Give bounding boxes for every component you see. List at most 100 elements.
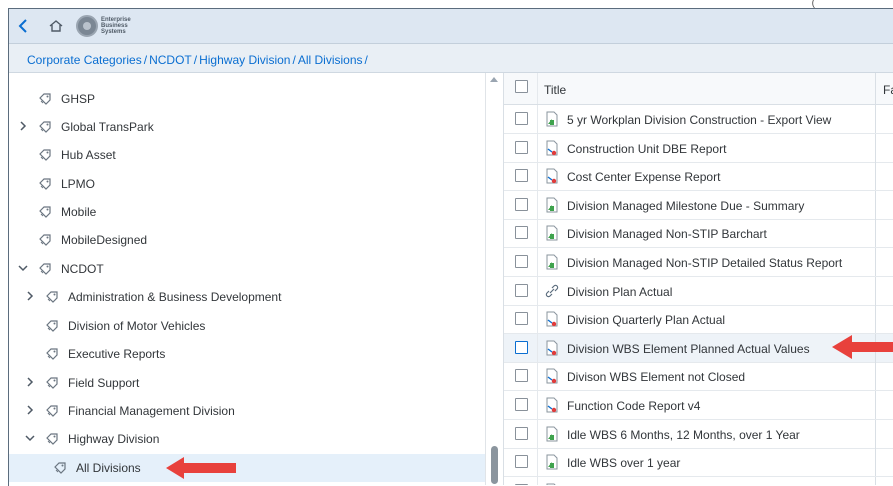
row-checkbox[interactable] [515,398,528,411]
column-divider [537,105,538,133]
report-title[interactable]: Function Code Report v4 [567,399,700,413]
tree-item[interactable]: Highway Division [9,425,485,453]
chevron-right-icon[interactable] [24,405,36,418]
category-tag-icon [37,176,53,192]
row-checkbox[interactable] [515,112,528,125]
row-checkbox[interactable] [515,141,528,154]
row-checkbox[interactable] [515,312,528,325]
list-row[interactable]: Cost Center Expense Report [504,162,893,191]
tree-item[interactable]: Hub Asset [9,141,485,169]
row-checkbox[interactable] [515,169,528,182]
chevron-down-icon[interactable] [24,433,36,445]
list-row[interactable]: Divison WBS Element not Closed [504,362,893,391]
tree-item[interactable]: NCDOT [9,255,485,283]
list-row[interactable]: Division Managed Non-STIP Detailed Statu… [504,248,893,277]
report-title[interactable]: Division Managed Non-STIP Detailed Statu… [567,256,842,270]
breadcrumb-link[interactable]: Highway Division [199,53,290,67]
chevron-down-icon[interactable] [17,263,29,275]
tree-item[interactable]: GHSP [9,85,485,113]
column-divider [537,391,538,419]
column-fa-cell [875,420,893,448]
column-divider [537,134,538,162]
list-row[interactable]: Division WBS Element Planned Actual Valu… [504,334,893,363]
tree-item[interactable]: All Divisions [9,454,485,482]
list-row[interactable]: Division Managed Non-STIP Barchart [504,219,893,248]
scroll-up-icon[interactable] [490,77,498,82]
list-row[interactable]: Division Plan Actual [504,277,893,306]
report-title[interactable]: Divison WBS Element not Closed [567,370,745,384]
back-button[interactable] [13,15,35,37]
row-checkbox[interactable] [515,226,528,239]
report-title[interactable]: Division Managed Milestone Due - Summary [567,199,804,213]
chevron-right-icon[interactable] [24,291,36,304]
tree-item[interactable]: Field Support [9,369,485,397]
home-button[interactable] [45,15,67,37]
tree-item[interactable]: MobileDesigned [9,226,485,254]
tree-item[interactable]: Executive Reports [9,340,485,368]
tree-item-label: Highway Division [68,432,159,446]
tree-item[interactable]: LPMO [9,170,485,198]
tree-item-label: NCDOT [61,262,104,276]
breadcrumb-trail: Corporate Categories/NCDOT/Highway Divis… [27,53,370,67]
report-list: Title Fa 5 yr Workplan Division Construc… [503,73,893,485]
report-title[interactable]: Idle WBS over 1 year [567,456,680,470]
column-fa-cell [875,162,893,190]
list-row[interactable]: Construction Unit DBE Report [504,134,893,163]
row-checkbox[interactable] [515,369,528,382]
tree-item[interactable]: Division of Motor Vehicles [9,312,485,340]
report-title[interactable]: Division Managed Non-STIP Barchart [567,227,767,241]
column-divider [537,334,538,362]
column-divider [537,477,538,485]
column-divider [537,248,538,276]
report-title[interactable]: Division Plan Actual [567,285,672,299]
list-row[interactable]: 5 yr Workplan Division Construction - Ex… [504,105,893,134]
tree-item[interactable]: Administration & Business Development [9,283,485,311]
row-checkbox[interactable] [515,341,528,354]
report-title[interactable]: Construction Unit DBE Report [567,142,726,156]
report-title[interactable]: Division WBS Element Planned Actual Valu… [567,342,810,356]
company-logo[interactable]: EnterpriseBusinessSystems [76,13,140,39]
tree-item-label: Mobile [61,205,96,219]
column-fa[interactable]: Fa [875,73,893,104]
list-header: Title Fa [504,73,893,105]
report-title[interactable]: Idle WBS 6 Months, 12 Months, over 1 Yea… [567,428,800,442]
report-title[interactable]: Cost Center Expense Report [567,170,720,184]
tree-item-label: Global TransPark [61,120,154,134]
category-tag-icon [44,289,60,305]
list-row[interactable]: Idle WBS over 1 year [504,448,893,477]
list-row[interactable]: Idle WBS within 6 day range at 6 and 12 … [504,477,893,485]
list-row[interactable]: Function Code Report v4 [504,391,893,420]
row-checkbox[interactable] [515,427,528,440]
breadcrumb-link[interactable]: Corporate Categories [27,53,142,67]
row-checkbox[interactable] [515,198,528,211]
list-row[interactable]: Division Quarterly Plan Actual [504,305,893,334]
row-checkbox[interactable] [515,455,528,468]
column-fa-cell [875,391,893,419]
scrollbar-thumb[interactable] [491,446,498,484]
chevron-right-icon[interactable] [24,377,36,390]
tree-item[interactable]: Global TransPark [9,113,485,141]
report-title[interactable]: Division Quarterly Plan Actual [567,313,725,327]
column-divider [537,219,538,247]
row-checkbox[interactable] [515,255,528,268]
chevron-right-icon[interactable] [17,121,29,134]
category-tag-icon [44,403,60,419]
report-title[interactable]: 5 yr Workplan Division Construction - Ex… [567,113,831,127]
tree-item[interactable]: Financial Management Division [9,397,485,425]
list-row[interactable]: Division Managed Milestone Due - Summary [504,191,893,220]
green-doc-icon [544,225,560,241]
column-divider [537,362,538,390]
tree-item[interactable]: Mobile [9,198,485,226]
breadcrumb-separator: / [194,53,197,67]
column-title[interactable]: Title [544,83,566,97]
row-checkbox[interactable] [515,284,528,297]
column-fa-cell [875,362,893,390]
list-row[interactable]: Idle WBS 6 Months, 12 Months, over 1 Yea… [504,420,893,449]
column-fa-cell [875,448,893,476]
tree-scrollbar[interactable] [485,73,504,485]
tree-item-label: LPMO [61,177,95,191]
tree-item-label: All Divisions [76,461,141,475]
breadcrumb-link[interactable]: All Divisions [298,53,363,67]
select-all-checkbox[interactable] [515,80,528,93]
breadcrumb-link[interactable]: NCDOT [149,53,192,67]
